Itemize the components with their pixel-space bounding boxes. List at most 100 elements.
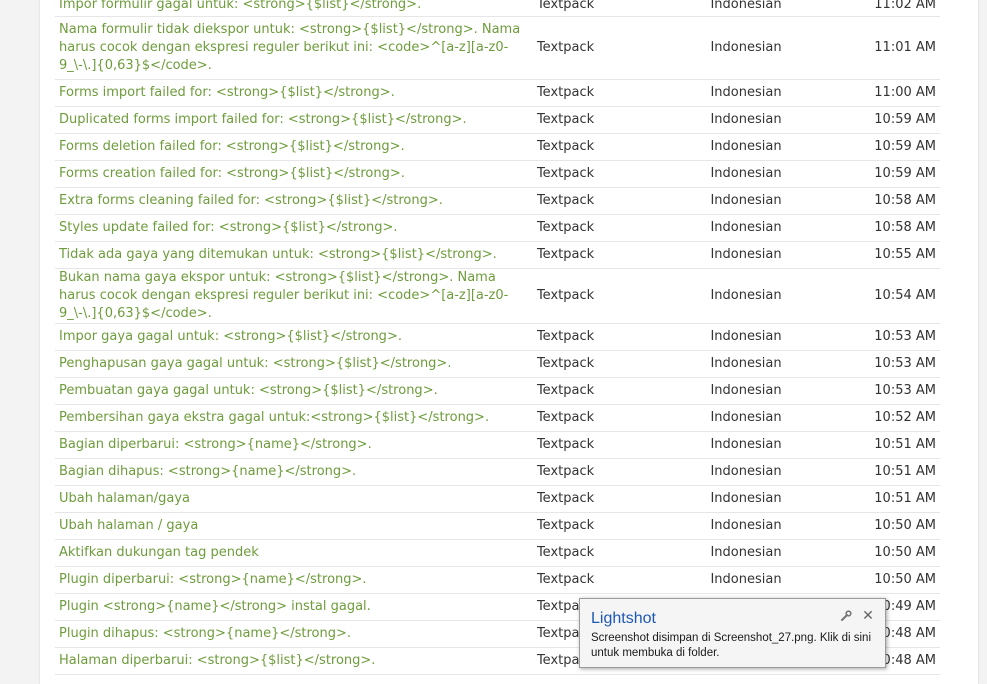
row-project: Textpack (532, 79, 707, 107)
row-time: 10:59 AM (852, 106, 940, 134)
table-row[interactable]: Forms creation failed for: <strong>{$lis… (55, 160, 940, 188)
row-language: Indonesian (706, 377, 853, 405)
row-message-link[interactable]: Tidak ada gaya yang ditemukan untuk: <st… (55, 241, 533, 269)
row-message-link[interactable]: Plugin dihapus: <strong>{name}</strong>. (55, 620, 533, 648)
table-row[interactable]: Bagian dihapus: <strong>{name}</strong>.… (55, 458, 940, 486)
row-message-link[interactable]: Impor gaya gagal untuk: <strong>{$list}<… (55, 323, 533, 351)
table-row[interactable]: Ubah halaman / gaya Textpack Indonesian 10:… (55, 512, 940, 540)
row-time: 10:59 AM (852, 133, 940, 161)
row-time: 11:02 AM (852, 0, 940, 17)
row-time: 10:50 AM (852, 566, 940, 594)
lightshot-notification[interactable]: Lightshot ✕ Screenshot disimpan di Scree… (579, 598, 886, 668)
row-time: 10:53 AM (852, 377, 940, 405)
table-row[interactable]: Tidak ada gaya yang ditemukan untuk: <st… (55, 241, 940, 269)
row-language: Indonesian (706, 458, 853, 486)
table-row[interactable]: Duplicated forms import failed for: <str… (55, 106, 940, 134)
row-message-link[interactable]: Bukan nama gaya ekspor untuk: <strong>{$… (55, 268, 533, 324)
row-project: Textpack (532, 566, 707, 594)
row-message-link[interactable]: Nama formulir tidak diekspor untuk: <str… (55, 16, 533, 80)
row-message-link[interactable]: Extra forms cleaning failed for: <strong… (55, 187, 533, 215)
row-project: Textpack (532, 0, 707, 17)
row-project: Textpack (532, 16, 707, 80)
row-language: Indonesian (706, 323, 853, 351)
row-message-link[interactable]: Bagian diperbarui: <strong>{name}</stron… (55, 431, 533, 459)
row-time: 10:50 AM (852, 512, 940, 540)
row-language: Indonesian (706, 0, 853, 17)
row-message-link[interactable]: Forms deletion failed for: <strong>{$lis… (55, 133, 533, 161)
row-language: Indonesian (706, 133, 853, 161)
row-project: Textpack (532, 350, 707, 378)
row-project: Textpack (532, 106, 707, 134)
table-row[interactable]: Forms import failed for: <strong>{$list}… (55, 79, 940, 107)
row-time: 10:55 AM (852, 241, 940, 269)
table-row[interactable]: Aktifkan dukungan tag pendek Textpack Indo… (55, 539, 940, 567)
table-row[interactable]: Extra forms cleaning failed for: <strong… (55, 187, 940, 215)
table-row[interactable]: Forms deletion failed for: <strong>{$lis… (55, 133, 940, 161)
activity-table: Impor formulir gagal untuk: <strong>{$li… (55, 0, 940, 675)
row-message-link[interactable]: Aktifkan dukungan tag pendek (55, 539, 533, 567)
row-message-link[interactable]: Pembuatan gaya gagal untuk: <strong>{$li… (55, 377, 533, 405)
row-project: Textpack (532, 512, 707, 540)
table-row[interactable]: Bagian diperbarui: <strong>{name}</stron… (55, 431, 940, 459)
row-project: Textpack (532, 214, 707, 242)
row-project: Textpack (532, 377, 707, 405)
row-language: Indonesian (706, 431, 853, 459)
row-message-link[interactable]: Plugin diperbarui: <strong>{name}</stron… (55, 566, 533, 594)
row-time: 10:53 AM (852, 323, 940, 351)
table-row[interactable]: Penghapusan gaya gagal untuk: <strong>{$… (55, 350, 940, 378)
row-language: Indonesian (706, 241, 853, 269)
row-message-link[interactable]: Impor formulir gagal untuk: <strong>{$li… (55, 0, 533, 17)
table-row[interactable]: Pembuatan gaya gagal untuk: <strong>{$li… (55, 377, 940, 405)
row-language: Indonesian (706, 566, 853, 594)
table-row[interactable]: Bukan nama gaya ekspor untuk: <strong>{$… (55, 268, 940, 324)
row-language: Indonesian (706, 16, 853, 80)
table-row[interactable]: Pembersihan gaya ekstra gagal untuk:<str… (55, 404, 940, 432)
row-time: 10:58 AM (852, 214, 940, 242)
row-language: Indonesian (706, 160, 853, 188)
row-language: Indonesian (706, 268, 853, 324)
row-message-link[interactable]: Ubah halaman / gaya (55, 512, 533, 540)
row-time: 10:53 AM (852, 350, 940, 378)
row-time: 11:01 AM (852, 16, 940, 80)
table-row[interactable]: Impor formulir gagal untuk: <strong>{$li… (55, 0, 940, 17)
toast-title: Lightshot (591, 610, 656, 627)
table-row[interactable]: Impor gaya gagal untuk: <strong>{$list}<… (55, 323, 940, 351)
table-row[interactable]: Nama formulir tidak diekspor untuk: <str… (55, 16, 940, 80)
row-message-link[interactable]: Pembersihan gaya ekstra gagal untuk:<str… (55, 404, 533, 432)
row-language: Indonesian (706, 512, 853, 540)
row-message-link[interactable]: Penghapusan gaya gagal untuk: <strong>{$… (55, 350, 533, 378)
close-icon[interactable]: ✕ (861, 609, 875, 623)
row-project: Textpack (532, 485, 707, 513)
row-project: Textpack (532, 539, 707, 567)
row-language: Indonesian (706, 187, 853, 215)
row-message-link[interactable]: Duplicated forms import failed for: <str… (55, 106, 533, 134)
row-message-link[interactable]: Ubah halaman/gaya (55, 485, 533, 513)
toast-message: Screenshot disimpan di Screenshot_27.png… (591, 632, 871, 659)
row-time: 10:51 AM (852, 485, 940, 513)
row-time: 10:59 AM (852, 160, 940, 188)
row-time: 10:50 AM (852, 539, 940, 567)
row-project: Textpack (532, 431, 707, 459)
table-row[interactable]: Styles update failed for: <strong>{$list… (55, 214, 940, 242)
row-project: Textpack (532, 160, 707, 188)
row-message-link[interactable]: Plugin <strong>{name}</strong> instal ga… (55, 593, 533, 621)
row-language: Indonesian (706, 404, 853, 432)
row-language: Indonesian (706, 214, 853, 242)
row-project: Textpack (532, 323, 707, 351)
row-time: 10:51 AM (852, 431, 940, 459)
row-message-link[interactable]: Styles update failed for: <strong>{$list… (55, 214, 533, 242)
row-message-link[interactable]: Halaman diperbarui: <strong>{$list}</str… (55, 647, 533, 675)
toast-controls: ✕ (839, 609, 875, 623)
row-message-link[interactable]: Forms creation failed for: <strong>{$lis… (55, 160, 533, 188)
wrench-icon[interactable] (839, 609, 853, 623)
row-project: Textpack (532, 241, 707, 269)
row-project: Textpack (532, 458, 707, 486)
activity-panel: Impor formulir gagal untuk: <strong>{$li… (40, 0, 978, 684)
table-row[interactable]: Ubah halaman/gaya Textpack Indonesian 10:51… (55, 485, 940, 513)
row-project: Textpack (532, 187, 707, 215)
row-message-link[interactable]: Bagian dihapus: <strong>{name}</strong>. (55, 458, 533, 486)
row-time: 10:58 AM (852, 187, 940, 215)
row-language: Indonesian (706, 485, 853, 513)
table-row[interactable]: Plugin diperbarui: <strong>{name}</stron… (55, 566, 940, 594)
row-message-link[interactable]: Forms import failed for: <strong>{$list}… (55, 79, 533, 107)
